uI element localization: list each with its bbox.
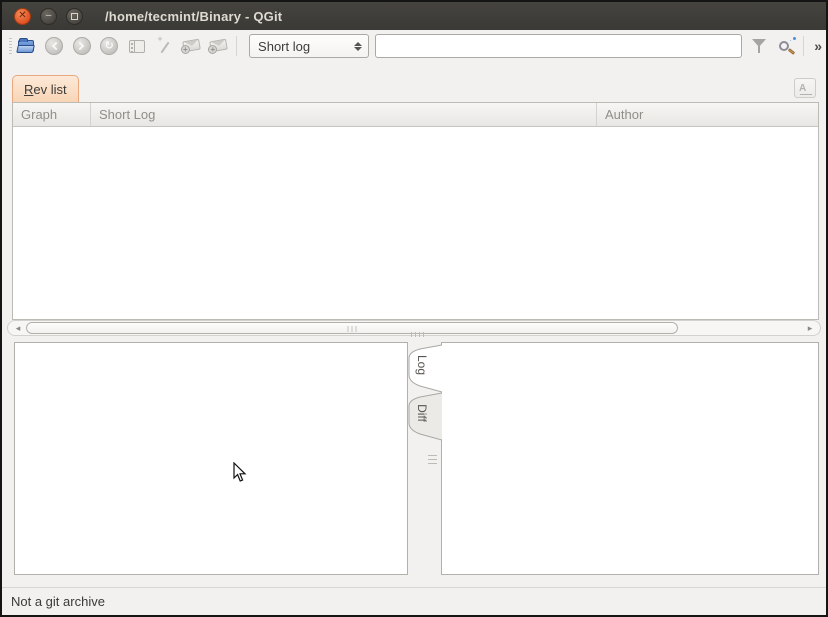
- side-tab-strip: Log Diff: [405, 343, 442, 445]
- close-button[interactable]: ✕: [14, 8, 31, 25]
- toolbar-drag-handle[interactable]: [9, 38, 12, 54]
- splitter-grip-top[interactable]: [411, 332, 424, 337]
- revision-table-body[interactable]: [13, 127, 818, 319]
- split-view-icon: [129, 40, 145, 53]
- main-toolbar: ↻ + + Short log »: [2, 30, 826, 62]
- pick-revision-button[interactable]: [152, 33, 178, 59]
- maximize-icon: [71, 13, 78, 20]
- reload-circle-icon: ↻: [100, 37, 118, 55]
- save-patch-button[interactable]: +: [179, 33, 205, 59]
- column-header-author[interactable]: Author: [597, 103, 818, 126]
- toolbar-overflow-button[interactable]: »: [810, 38, 826, 54]
- tab-rev-list[interactable]: Rev list: [12, 75, 79, 102]
- scrollbar-grip-icon: [348, 326, 357, 332]
- minimize-icon: –: [46, 11, 52, 21]
- funnel-icon: [752, 38, 766, 54]
- mail-patch-save-icon: +: [183, 40, 201, 52]
- magic-wand-icon: [156, 38, 172, 54]
- filter-button[interactable]: [746, 33, 772, 59]
- search-input[interactable]: [375, 34, 742, 58]
- toggle-view-button[interactable]: [124, 33, 150, 59]
- open-repository-button[interactable]: [14, 33, 40, 59]
- scrollbar-thumb[interactable]: [26, 322, 678, 334]
- tab-diff-label[interactable]: Diff: [415, 404, 429, 422]
- status-message: Not a git archive: [11, 594, 105, 609]
- tab-rev-list-mnemonic: R: [24, 82, 33, 97]
- forward-button[interactable]: [69, 33, 95, 59]
- tab-log-label[interactable]: Log: [415, 355, 429, 375]
- toolbar-separator: [236, 36, 237, 56]
- tab-corner-button[interactable]: [794, 78, 816, 98]
- apply-patch-button[interactable]: +: [207, 33, 233, 59]
- tab-rev-list-label: ev list: [33, 82, 66, 97]
- mail-patch-apply-icon: +: [210, 40, 228, 52]
- view-mode-select[interactable]: Short log: [249, 34, 369, 58]
- qgit-window: ✕ – /home/tecmint/Binary - QGit ↻: [0, 0, 828, 617]
- font-find-icon: [799, 83, 811, 94]
- titlebar[interactable]: ✕ – /home/tecmint/Binary - QGit: [2, 2, 826, 30]
- window-title: /home/tecmint/Binary - QGit: [105, 9, 282, 24]
- reload-button[interactable]: ↻: [96, 33, 122, 59]
- splitter-grip-middle[interactable]: [428, 453, 437, 464]
- find-button[interactable]: [774, 33, 800, 59]
- folder-open-icon: [18, 40, 35, 53]
- scroll-left-arrow-icon[interactable]: ◂: [12, 323, 24, 333]
- magnifier-sparkle-icon: [778, 37, 796, 55]
- minimize-button[interactable]: –: [40, 8, 57, 25]
- scroll-right-arrow-icon[interactable]: ▸: [804, 323, 816, 333]
- revision-table[interactable]: Graph Short Log Author: [12, 102, 819, 320]
- close-icon: ✕: [18, 11, 26, 21]
- revision-table-header: Graph Short Log Author: [13, 103, 818, 127]
- log-message-pane[interactable]: [14, 342, 408, 575]
- toolbar-separator-right: [803, 36, 804, 56]
- back-circle-icon: [45, 37, 63, 55]
- detail-pane[interactable]: [441, 342, 819, 575]
- status-bar: Not a git archive: [2, 587, 826, 615]
- view-mode-value: Short log: [258, 39, 310, 54]
- back-button[interactable]: [41, 33, 67, 59]
- forward-circle-icon: [73, 37, 91, 55]
- spinner-arrows-icon: [354, 42, 362, 51]
- maximize-button[interactable]: [66, 8, 83, 25]
- column-header-graph[interactable]: Graph: [13, 103, 91, 126]
- column-header-short-log[interactable]: Short Log: [91, 103, 597, 126]
